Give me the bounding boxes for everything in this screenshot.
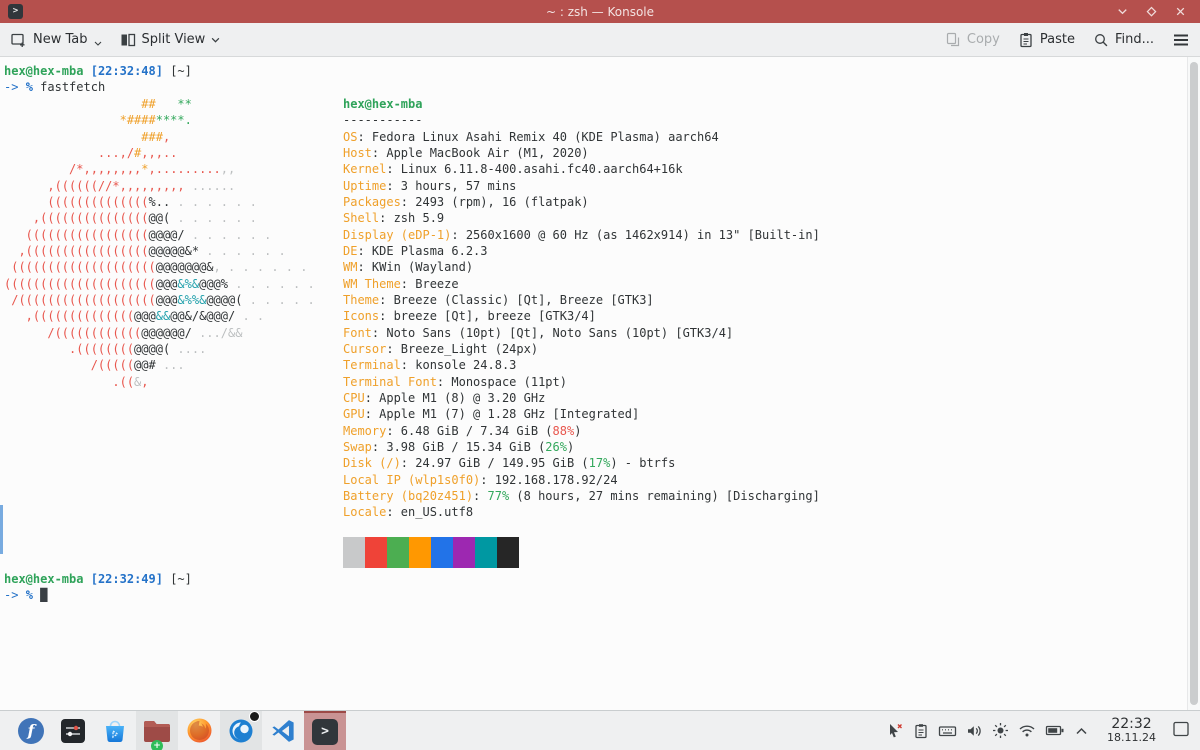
firefox-icon xyxy=(186,717,213,744)
hamburger-icon xyxy=(1172,33,1190,47)
vscode-icon xyxy=(270,718,296,744)
scrollbar-thumb[interactable] xyxy=(1190,62,1198,705)
battery-icon[interactable] xyxy=(1045,723,1065,738)
close-button[interactable] xyxy=(1173,4,1188,19)
palette-swatch xyxy=(497,537,519,568)
wifi-icon[interactable] xyxy=(1018,723,1036,738)
notification-badge xyxy=(249,711,260,722)
clock-date: 18.11.24 xyxy=(1107,732,1156,744)
output-marker xyxy=(0,505,3,554)
paste-button[interactable]: Paste xyxy=(1018,32,1075,48)
system-settings-icon xyxy=(61,719,85,743)
terminal-prompt: hex@hex-mba [22:32:49] [~] -> % █ xyxy=(4,571,192,604)
terminal-prompt: hex@hex-mba [22:32:48] [~] -> % fastfetc… xyxy=(4,63,192,96)
window-titlebar[interactable]: > ~ : zsh — Konsole xyxy=(0,0,1200,23)
folder-add-badge: + xyxy=(151,740,163,750)
volume-icon[interactable] xyxy=(966,723,983,739)
window-title: ~ : zsh — Konsole xyxy=(0,5,1200,19)
taskbar-item-konsole[interactable]: > xyxy=(304,711,346,750)
copy-label: Copy xyxy=(967,32,1000,47)
search-icon xyxy=(1093,32,1109,48)
taskbar-item-discover[interactable] xyxy=(94,711,136,750)
konsole-icon: > xyxy=(312,719,338,745)
palette-swatch xyxy=(343,537,365,568)
chevron-down-icon xyxy=(211,37,220,43)
pointer-blocked-icon[interactable] xyxy=(886,722,904,740)
palette-swatch xyxy=(453,537,475,568)
terminal-view[interactable]: hex@hex-mba [22:32:48] [~] -> % fastfetc… xyxy=(0,57,1200,710)
fastfetch-info: hex@hex-mba ----------- OS: Fedora Linux… xyxy=(343,96,820,521)
konsole-app-icon: > xyxy=(8,4,23,19)
toolbar: New Tab Split View Copy xyxy=(0,23,1200,57)
taskbar-item-fedora-launcher[interactable]: f xyxy=(10,711,52,750)
new-tab-label: New Tab xyxy=(33,32,88,47)
konsole-window: > ~ : zsh — Konsole New Tab xyxy=(0,0,1200,710)
fedora-logo-icon: f xyxy=(18,718,44,744)
split-view-label: Split View xyxy=(142,32,206,47)
new-tab-button[interactable]: New Tab xyxy=(10,32,102,48)
clock-time: 22:32 xyxy=(1107,717,1156,732)
palette-swatch xyxy=(387,537,409,568)
copy-button[interactable]: Copy xyxy=(945,32,1000,48)
taskbar-item-file-manager[interactable]: + xyxy=(136,711,178,750)
find-label: Find... xyxy=(1115,32,1154,47)
discover-icon xyxy=(102,718,128,744)
new-tab-icon xyxy=(10,32,27,48)
color-palette xyxy=(343,537,519,568)
maximize-button[interactable] xyxy=(1144,4,1159,19)
clipboard-icon[interactable] xyxy=(913,723,929,739)
taskbar-item-system-settings[interactable] xyxy=(52,711,94,750)
keyboard-icon[interactable] xyxy=(938,723,957,739)
system-tray xyxy=(886,722,1089,740)
palette-swatch xyxy=(409,537,431,568)
brightness-icon[interactable] xyxy=(992,722,1009,739)
tray-expand-icon[interactable] xyxy=(1074,725,1089,737)
hamburger-menu-button[interactable] xyxy=(1172,33,1190,47)
split-view-icon xyxy=(120,32,136,48)
paste-icon xyxy=(1018,32,1034,48)
taskbar-item-vscode[interactable] xyxy=(262,711,304,750)
clock[interactable]: 22:32 18.11.24 xyxy=(1107,717,1156,743)
find-button[interactable]: Find... xyxy=(1093,32,1154,48)
fastfetch-ascii-logo: ## ** *####****. ###, ...,/#,,,.. /*,,,,… xyxy=(4,96,315,390)
palette-swatch xyxy=(365,537,387,568)
palette-swatch xyxy=(431,537,453,568)
split-view-button[interactable]: Split View xyxy=(120,32,221,48)
copy-icon xyxy=(945,32,961,48)
paste-label: Paste xyxy=(1040,32,1075,47)
show-desktop-button[interactable] xyxy=(1172,720,1190,742)
chevron-down-icon xyxy=(94,41,102,46)
taskbar: f xyxy=(0,710,1200,750)
scrollbar[interactable] xyxy=(1187,57,1200,710)
minimize-button[interactable] xyxy=(1115,4,1130,19)
palette-swatch xyxy=(475,537,497,568)
taskbar-item-zen-browser[interactable] xyxy=(220,711,262,750)
desktop: > ~ : zsh — Konsole New Tab xyxy=(0,0,1200,750)
taskbar-item-firefox[interactable] xyxy=(178,711,220,750)
